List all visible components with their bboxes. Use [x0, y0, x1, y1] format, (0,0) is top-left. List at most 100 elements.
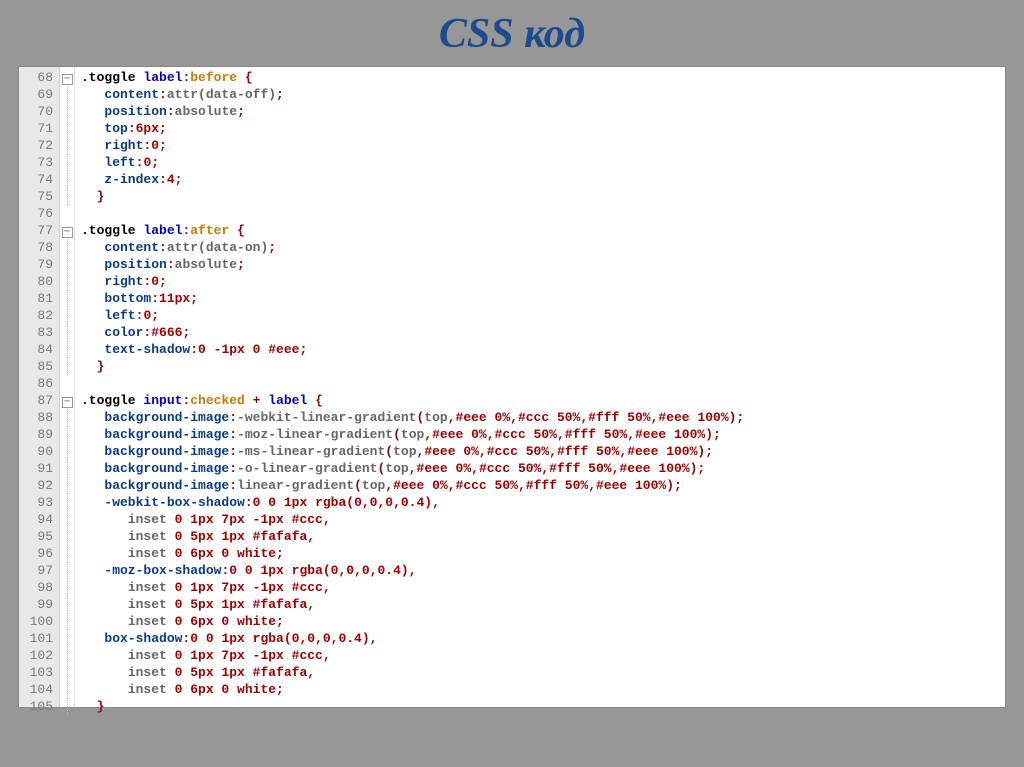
code-line: inset 0 6px 0 white;	[81, 613, 999, 630]
fold-marker: −	[60, 222, 74, 239]
fold-marker: −	[60, 69, 74, 86]
line-number: 100	[23, 613, 53, 630]
fold-marker	[60, 171, 74, 188]
fold-marker: −	[60, 392, 74, 409]
fold-marker	[60, 460, 74, 477]
code-line: inset 0 1px 7px -1px #ccc,	[81, 511, 999, 528]
code-line: right:0;	[81, 137, 999, 154]
code-content: .toggle label:before { content:attr(data…	[75, 67, 1005, 707]
code-line: left:0;	[81, 307, 999, 324]
code-line: inset 0 6px 0 white;	[81, 681, 999, 698]
fold-marker	[60, 137, 74, 154]
code-line: -moz-box-shadow:0 0 1px rgba(0,0,0,0.4),	[81, 562, 999, 579]
fold-marker	[60, 120, 74, 137]
code-line	[81, 375, 999, 392]
line-number: 76	[23, 205, 53, 222]
code-line: -webkit-box-shadow:0 0 1px rgba(0,0,0,0.…	[81, 494, 999, 511]
line-number: 87	[23, 392, 53, 409]
line-number: 69	[23, 86, 53, 103]
fold-marker	[60, 528, 74, 545]
code-line: position:absolute;	[81, 103, 999, 120]
fold-marker	[60, 545, 74, 562]
code-line: inset 0 5px 1px #fafafa,	[81, 528, 999, 545]
code-line: top:6px;	[81, 120, 999, 137]
fold-marker	[60, 647, 74, 664]
code-line: background-image:-o-linear-gradient(top,…	[81, 460, 999, 477]
code-line: inset 0 5px 1px #fafafa,	[81, 596, 999, 613]
line-number: 99	[23, 596, 53, 613]
line-number: 93	[23, 494, 53, 511]
code-line: left:0;	[81, 154, 999, 171]
fold-marker	[60, 205, 74, 222]
fold-marker	[60, 103, 74, 120]
line-number: 86	[23, 375, 53, 392]
fold-marker	[60, 511, 74, 528]
code-line: inset 0 5px 1px #fafafa,	[81, 664, 999, 681]
code-line: .toggle label:after {	[81, 222, 999, 239]
fold-marker	[60, 324, 74, 341]
fold-marker	[60, 664, 74, 681]
fold-marker	[60, 290, 74, 307]
fold-marker	[60, 256, 74, 273]
code-line: inset 0 1px 7px -1px #ccc,	[81, 647, 999, 664]
line-number: 98	[23, 579, 53, 596]
code-line: .toggle label:before {	[81, 69, 999, 86]
fold-marker	[60, 579, 74, 596]
code-line: background-image:-moz-linear-gradient(to…	[81, 426, 999, 443]
line-number: 75	[23, 188, 53, 205]
code-line: color:#666;	[81, 324, 999, 341]
slide-title: CSS код	[0, 0, 1024, 66]
fold-marker	[60, 426, 74, 443]
fold-marker	[60, 307, 74, 324]
line-number: 80	[23, 273, 53, 290]
fold-marker	[60, 375, 74, 392]
code-line: }	[81, 698, 999, 715]
line-number: 101	[23, 630, 53, 647]
fold-marker	[60, 681, 74, 698]
line-number: 72	[23, 137, 53, 154]
line-number: 68	[23, 69, 53, 86]
line-number: 71	[23, 120, 53, 137]
fold-marker	[60, 358, 74, 375]
code-line: z-index:4;	[81, 171, 999, 188]
line-number: 77	[23, 222, 53, 239]
line-number: 102	[23, 647, 53, 664]
code-line: .toggle input:checked + label {	[81, 392, 999, 409]
code-editor: 6869707172737475767778798081828384858687…	[18, 66, 1006, 708]
line-number: 82	[23, 307, 53, 324]
fold-marker	[60, 443, 74, 460]
line-number: 83	[23, 324, 53, 341]
line-number: 81	[23, 290, 53, 307]
code-line: bottom:11px;	[81, 290, 999, 307]
code-line: background-image:linear-gradient(top,#ee…	[81, 477, 999, 494]
line-number: 103	[23, 664, 53, 681]
line-number: 84	[23, 341, 53, 358]
code-line: right:0;	[81, 273, 999, 290]
fold-marker	[60, 273, 74, 290]
code-line: box-shadow:0 0 1px rgba(0,0,0,0.4),	[81, 630, 999, 647]
fold-marker	[60, 630, 74, 647]
fold-marker	[60, 613, 74, 630]
line-number: 90	[23, 443, 53, 460]
line-number: 70	[23, 103, 53, 120]
fold-marker	[60, 154, 74, 171]
line-number: 92	[23, 477, 53, 494]
fold-gutter: − − −	[60, 67, 75, 707]
fold-marker	[60, 341, 74, 358]
fold-marker	[60, 494, 74, 511]
fold-marker	[60, 477, 74, 494]
fold-marker	[60, 239, 74, 256]
line-number: 91	[23, 460, 53, 477]
line-number: 79	[23, 256, 53, 273]
fold-marker	[60, 188, 74, 205]
line-number: 89	[23, 426, 53, 443]
line-number: 88	[23, 409, 53, 426]
code-line: background-image:-ms-linear-gradient(top…	[81, 443, 999, 460]
code-line: inset 0 6px 0 white;	[81, 545, 999, 562]
code-line: }	[81, 358, 999, 375]
line-number: 96	[23, 545, 53, 562]
fold-marker	[60, 86, 74, 103]
line-number-gutter: 6869707172737475767778798081828384858687…	[19, 67, 60, 707]
line-number: 74	[23, 171, 53, 188]
code-line: text-shadow:0 -1px 0 #eee;	[81, 341, 999, 358]
